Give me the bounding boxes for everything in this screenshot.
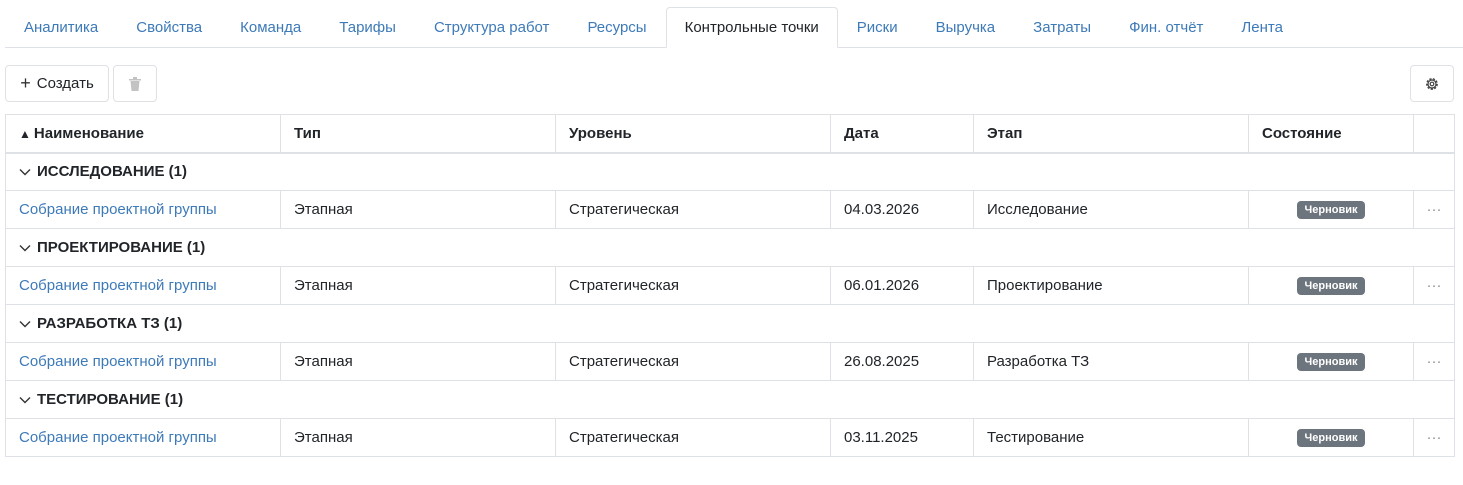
column-header-stage[interactable]: Этап [973,114,1249,154]
cell-type: Этапная [280,266,556,305]
sort-asc-icon: ▲ [19,126,31,141]
tab-milestones[interactable]: Контрольные точки [665,7,838,48]
gear-icon [1426,77,1438,90]
create-button-label: Создать [36,75,94,92]
row-menu-icon[interactable]: ··· [1413,190,1455,229]
status-badge: Черновик [1296,277,1366,295]
status-badge: Черновик [1296,353,1366,371]
group-row[interactable]: ТЕСТИРОВАНИЕ (1) [5,380,1455,419]
row-menu-icon[interactable]: ··· [1413,266,1455,305]
cell-stage: Исследование [973,190,1249,229]
table-row[interactable]: Собрание проектной группы Этапная Страте… [5,342,1455,381]
chevron-down-icon [19,245,31,252]
cell-date: 06.01.2026 [830,266,974,305]
tab-team[interactable]: Команда [221,7,320,48]
tab-work-structure[interactable]: Структура работ [415,7,569,48]
create-button[interactable]: + Создать [5,65,109,102]
cell-level: Стратегическая [555,418,831,457]
cell-stage: Тестирование [973,418,1249,457]
milestone-link[interactable]: Собрание проектной группы [19,429,217,446]
column-header-name[interactable]: ▲ Наименование [5,114,281,154]
cell-level: Стратегическая [555,342,831,381]
table-row[interactable]: Собрание проектной группы Этапная Страте… [5,418,1455,457]
cell-stage: Проектирование [973,266,1249,305]
tab-costs[interactable]: Затраты [1014,7,1110,48]
status-badge: Черновик [1296,201,1366,219]
row-menu-icon[interactable]: ··· [1413,342,1455,381]
cell-date: 26.08.2025 [830,342,974,381]
chevron-down-icon [19,397,31,404]
cell-date: 03.11.2025 [830,418,974,457]
chevron-down-icon [19,169,31,176]
row-menu-icon[interactable]: ··· [1413,418,1455,457]
group-title: РАЗРАБОТКА ТЗ (1) [37,315,183,332]
tab-revenue[interactable]: Выручка [917,7,1015,48]
group-title: ИССЛЕДОВАНИЕ (1) [37,163,187,181]
group-row[interactable]: РАЗРАБОТКА ТЗ (1) [5,304,1455,343]
tab-risks[interactable]: Риски [838,7,917,48]
cell-type: Этапная [280,342,556,381]
status-badge: Черновик [1296,429,1366,447]
tab-financial-report[interactable]: Фин. отчёт [1110,7,1222,48]
tab-resources[interactable]: Ресурсы [568,7,665,48]
settings-button[interactable] [1410,65,1454,102]
milestones-table: ▲ Наименование Тип Уровень Дата Этап Сост… [5,114,1455,457]
column-header-status[interactable]: Состояние [1248,114,1414,154]
column-header-date[interactable]: Дата [830,114,974,154]
milestone-link[interactable]: Собрание проектной группы [19,277,217,294]
column-header-actions [1413,114,1455,154]
milestone-link[interactable]: Собрание проектной группы [19,353,217,370]
tab-bar: Аналитика Свойства Команда Тарифы Структ… [5,7,1463,48]
milestone-link[interactable]: Собрание проектной группы [19,201,217,218]
group-title: ПРОЕКТИРОВАНИЕ (1) [37,239,206,256]
group-row[interactable]: ПРОЕКТИРОВАНИЕ (1) [5,228,1455,267]
column-header-type[interactable]: Тип [280,114,556,154]
cell-type: Этапная [280,418,556,457]
delete-button[interactable] [113,65,157,102]
table-header-row: ▲ Наименование Тип Уровень Дата Этап Сост… [5,114,1455,154]
tab-rates[interactable]: Тарифы [320,7,415,48]
tab-feed[interactable]: Лента [1222,7,1302,48]
cell-type: Этапная [280,190,556,229]
cell-date: 04.03.2026 [830,190,974,229]
column-header-level[interactable]: Уровень [555,114,831,154]
group-row[interactable]: ИССЛЕДОВАНИЕ (1) [5,152,1455,191]
plus-icon: + [20,72,31,93]
cell-stage: Разработка ТЗ [973,342,1249,381]
table-row[interactable]: Собрание проектной группы Этапная Страте… [5,190,1455,229]
cell-level: Стратегическая [555,266,831,305]
tab-analytics[interactable]: Аналитика [5,7,117,48]
tab-properties[interactable]: Свойства [117,7,221,48]
chevron-down-icon [19,321,31,328]
table-row[interactable]: Собрание проектной группы Этапная Страте… [5,266,1455,305]
group-title: ТЕСТИРОВАНИЕ (1) [37,391,184,408]
cell-level: Стратегическая [555,190,831,229]
trash-icon [129,76,141,91]
